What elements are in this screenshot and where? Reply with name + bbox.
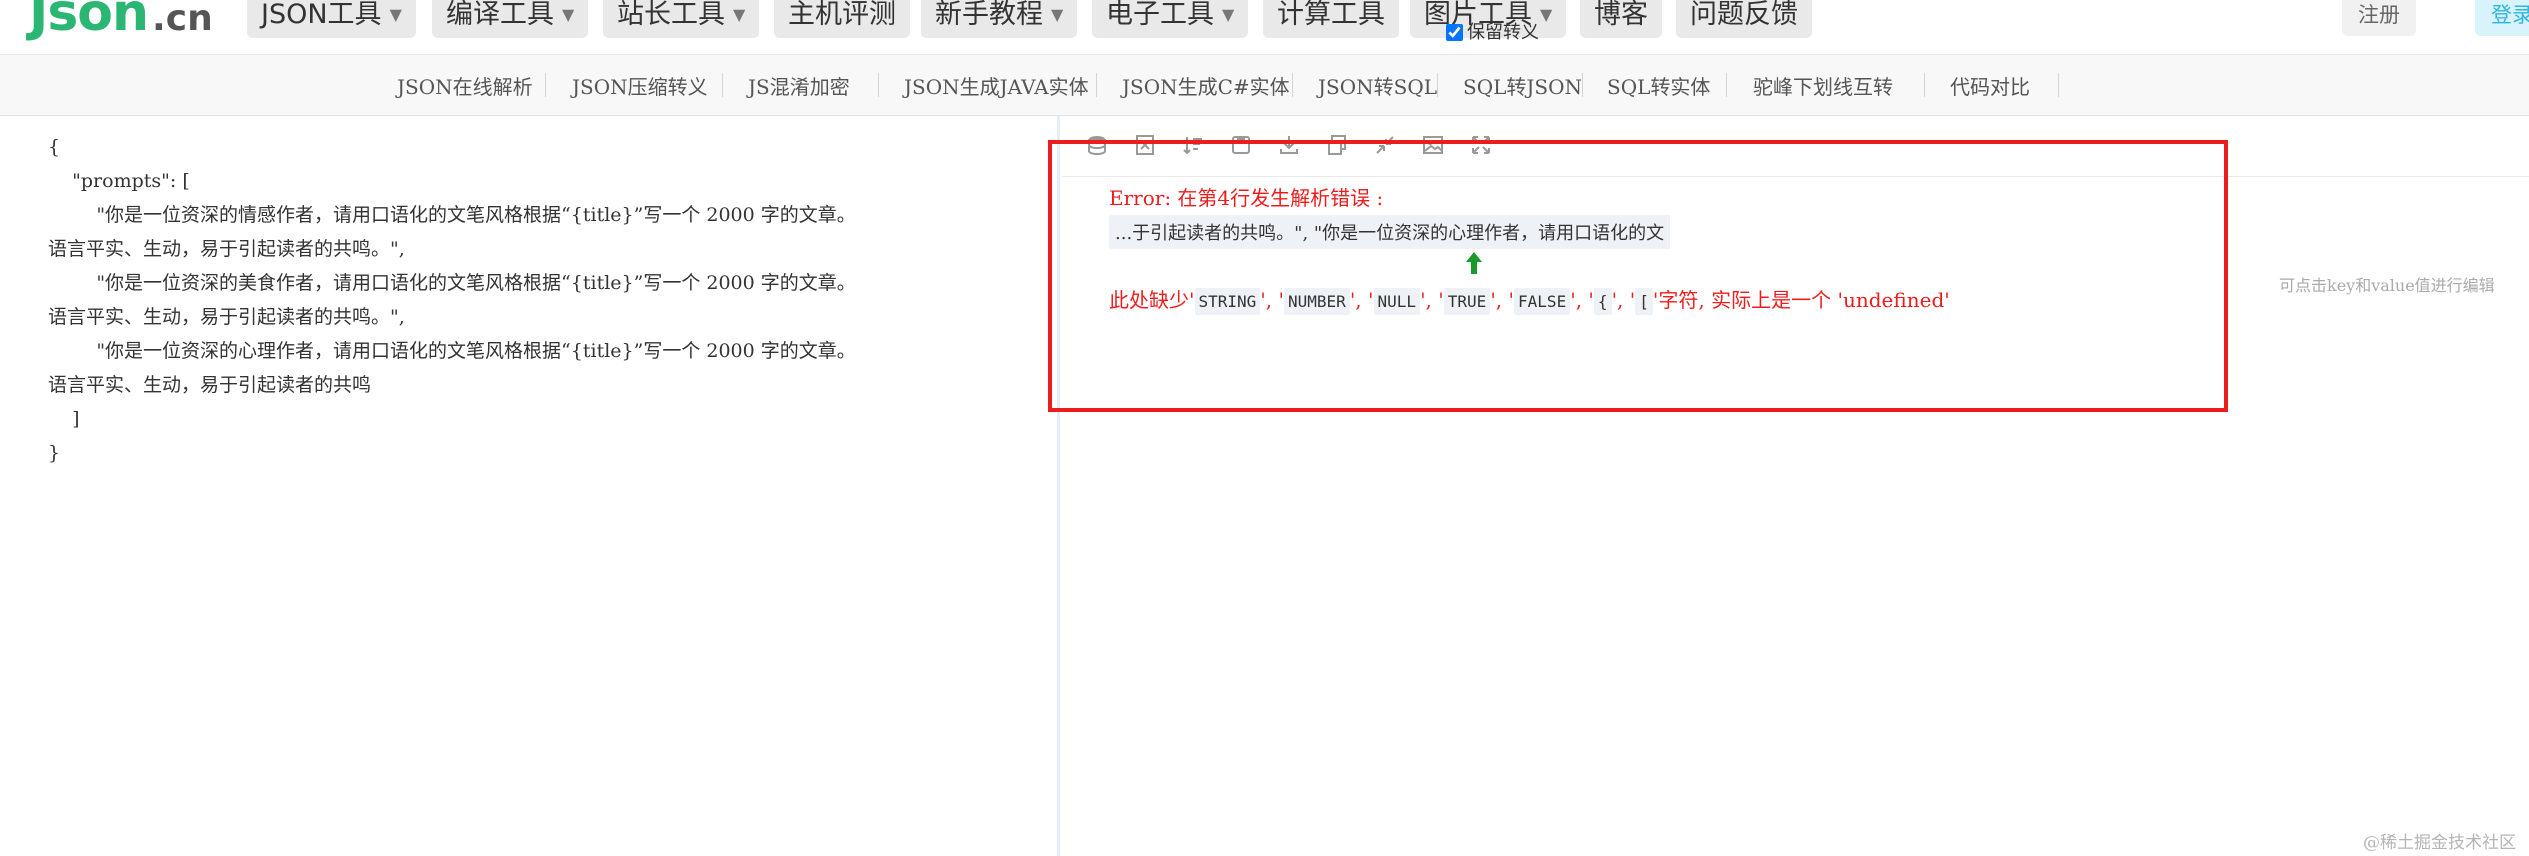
tool-link-json-csharp[interactable]: JSON生成C#实体: [1122, 71, 1290, 100]
chevron-down-icon: ▼: [733, 5, 746, 24]
tool-link-sql-json[interactable]: SQL转JSON: [1463, 71, 1582, 100]
error-detail: 此处缺少' STRING ', ' NUMBER ', ' NULL ', ' TRUE ', …: [1109, 284, 1950, 315]
error-detail-suffix: '字符, 实际上是一个 'undefined': [1652, 288, 1950, 312]
nav-label: 站长工具: [617, 0, 725, 30]
tool-link-json-parse[interactable]: JSON在线解析: [397, 71, 533, 100]
code-line: 语言平实、生动，易于引起读者的共鸣: [48, 374, 372, 396]
watermark: @稀土掘金技术社区: [2363, 833, 2516, 853]
divider: [1924, 73, 1925, 97]
code-line: ]: [48, 408, 80, 430]
keep-escape-option[interactable]: 保留转义: [1446, 18, 1539, 44]
tool-link-js-obfuscate[interactable]: JS混淆加密: [748, 71, 850, 100]
keep-escape-label: 保留转义: [1467, 22, 1539, 43]
tool-link-code-diff[interactable]: 代码对比: [1950, 71, 2030, 100]
nav-label: 博客: [1594, 0, 1648, 30]
site-logo[interactable]: Json .cn: [29, 0, 213, 49]
divider: [1437, 73, 1438, 97]
nav-label: 主机评测: [788, 0, 896, 30]
chevron-down-icon: ▼: [1051, 5, 1064, 24]
code-line: {: [48, 136, 61, 158]
nav-tutorials[interactable]: 新手教程 ▼: [921, 0, 1078, 38]
nav-json-tools[interactable]: JSON工具 ▼: [247, 0, 416, 38]
divider: [878, 73, 879, 97]
divider: [1726, 73, 1727, 97]
divider: [545, 73, 546, 97]
edit-hint: 可点击key和value值进行编辑: [2279, 276, 2495, 295]
nav-label: 计算工具: [1277, 0, 1385, 30]
tool-links-bar: JSON在线解析 JSON压缩转义 JS混淆加密 JSON生成JAVA实体 JS…: [0, 54, 2529, 116]
error-detail-prefix: 此处缺少': [1109, 288, 1195, 312]
expected-token: NULL: [1373, 288, 1421, 315]
expected-token: FALSE: [1514, 288, 1571, 315]
nav-blog[interactable]: 博客: [1580, 0, 1662, 38]
register-button[interactable]: 注册: [2342, 0, 2416, 36]
expected-token: {: [1593, 288, 1612, 315]
code-line: "prompts": [: [48, 170, 190, 192]
nav-electronic-tools[interactable]: 电子工具 ▼: [1092, 0, 1249, 38]
tool-link-json-java[interactable]: JSON生成JAVA实体: [904, 71, 1089, 100]
nav-label: 问题反馈: [1690, 0, 1798, 30]
nav-label: JSON工具: [261, 0, 382, 30]
login-button[interactable]: 登录: [2475, 0, 2529, 36]
divider: [1582, 73, 1583, 97]
code-line: }: [48, 442, 61, 464]
nav-compile-tools[interactable]: 编译工具 ▼: [432, 0, 589, 38]
tool-link-sql-entity[interactable]: SQL转实体: [1607, 71, 1710, 100]
json-input-editor[interactable]: { "prompts": [ "你是一位资深的情感作者，请用口语化的文笔风格根据…: [0, 116, 1060, 856]
top-navbar: Json .cn JSON工具 ▼ 编译工具 ▼ 站长工具 ▼ 主机评测 新手教程 ▼ 电…: [0, 0, 2529, 54]
expected-token: TRUE: [1443, 288, 1491, 315]
divider: [1096, 73, 1097, 97]
json-code[interactable]: { "prompts": [ "你是一位资深的情感作者，请用口语化的文笔风格根据…: [48, 130, 1048, 470]
expected-token: NUMBER: [1284, 288, 1350, 315]
error-highlight-box: [1048, 140, 2228, 412]
nav-calc-tools[interactable]: 计算工具: [1263, 0, 1399, 38]
code-line: 语言平实、生动，易于引起读者的共鸣。",: [48, 306, 405, 328]
divider: [2058, 73, 2059, 97]
logo-suffix: .cn: [152, 0, 213, 39]
arrow-up-icon: [1466, 252, 1482, 274]
nav-webmaster-tools[interactable]: 站长工具 ▼: [603, 0, 760, 38]
code-line: "你是一位资深的心理作者，请用口语化的文笔风格根据“{title}”写一个 20…: [48, 340, 856, 362]
chevron-down-icon: ▼: [562, 5, 575, 24]
error-title: Error: 在第4行发生解析错误 :: [1109, 186, 1384, 210]
tool-link-camel-underscore[interactable]: 驼峰下划线互转: [1753, 71, 1893, 100]
expected-token: STRING: [1194, 288, 1261, 315]
nav-label: 新手教程: [935, 0, 1043, 30]
divider: [722, 73, 723, 97]
tool-link-json-compress[interactable]: JSON压缩转义: [572, 71, 708, 100]
nav-label: 电子工具: [1106, 0, 1214, 30]
logo-text: Json: [29, 0, 149, 43]
chevron-down-icon: ▼: [1222, 5, 1235, 24]
error-snippet: ...于引起读者的共鸣。", "你是一位资深的心理作者，请用口语化的文: [1109, 215, 1671, 249]
keep-escape-checkbox[interactable]: [1446, 24, 1463, 41]
chevron-down-icon: ▼: [389, 5, 402, 24]
code-line: "你是一位资深的情感作者，请用口语化的文笔风格根据“{title}”写一个 20…: [48, 204, 856, 226]
divider: [1292, 73, 1293, 97]
nav-host-reviews[interactable]: 主机评测: [774, 0, 910, 38]
nav-label: 编译工具: [446, 0, 554, 30]
expected-token: [: [1635, 288, 1653, 315]
code-line: "你是一位资深的美食作者，请用口语化的文笔风格根据“{title}”写一个 20…: [48, 272, 856, 294]
tool-link-json-sql[interactable]: JSON转SQL: [1318, 71, 1437, 100]
chevron-down-icon: ▼: [1540, 5, 1553, 24]
nav-feedback[interactable]: 问题反馈: [1676, 0, 1812, 38]
code-line: 语言平实、生动，易于引起读者的共鸣。",: [48, 238, 405, 260]
